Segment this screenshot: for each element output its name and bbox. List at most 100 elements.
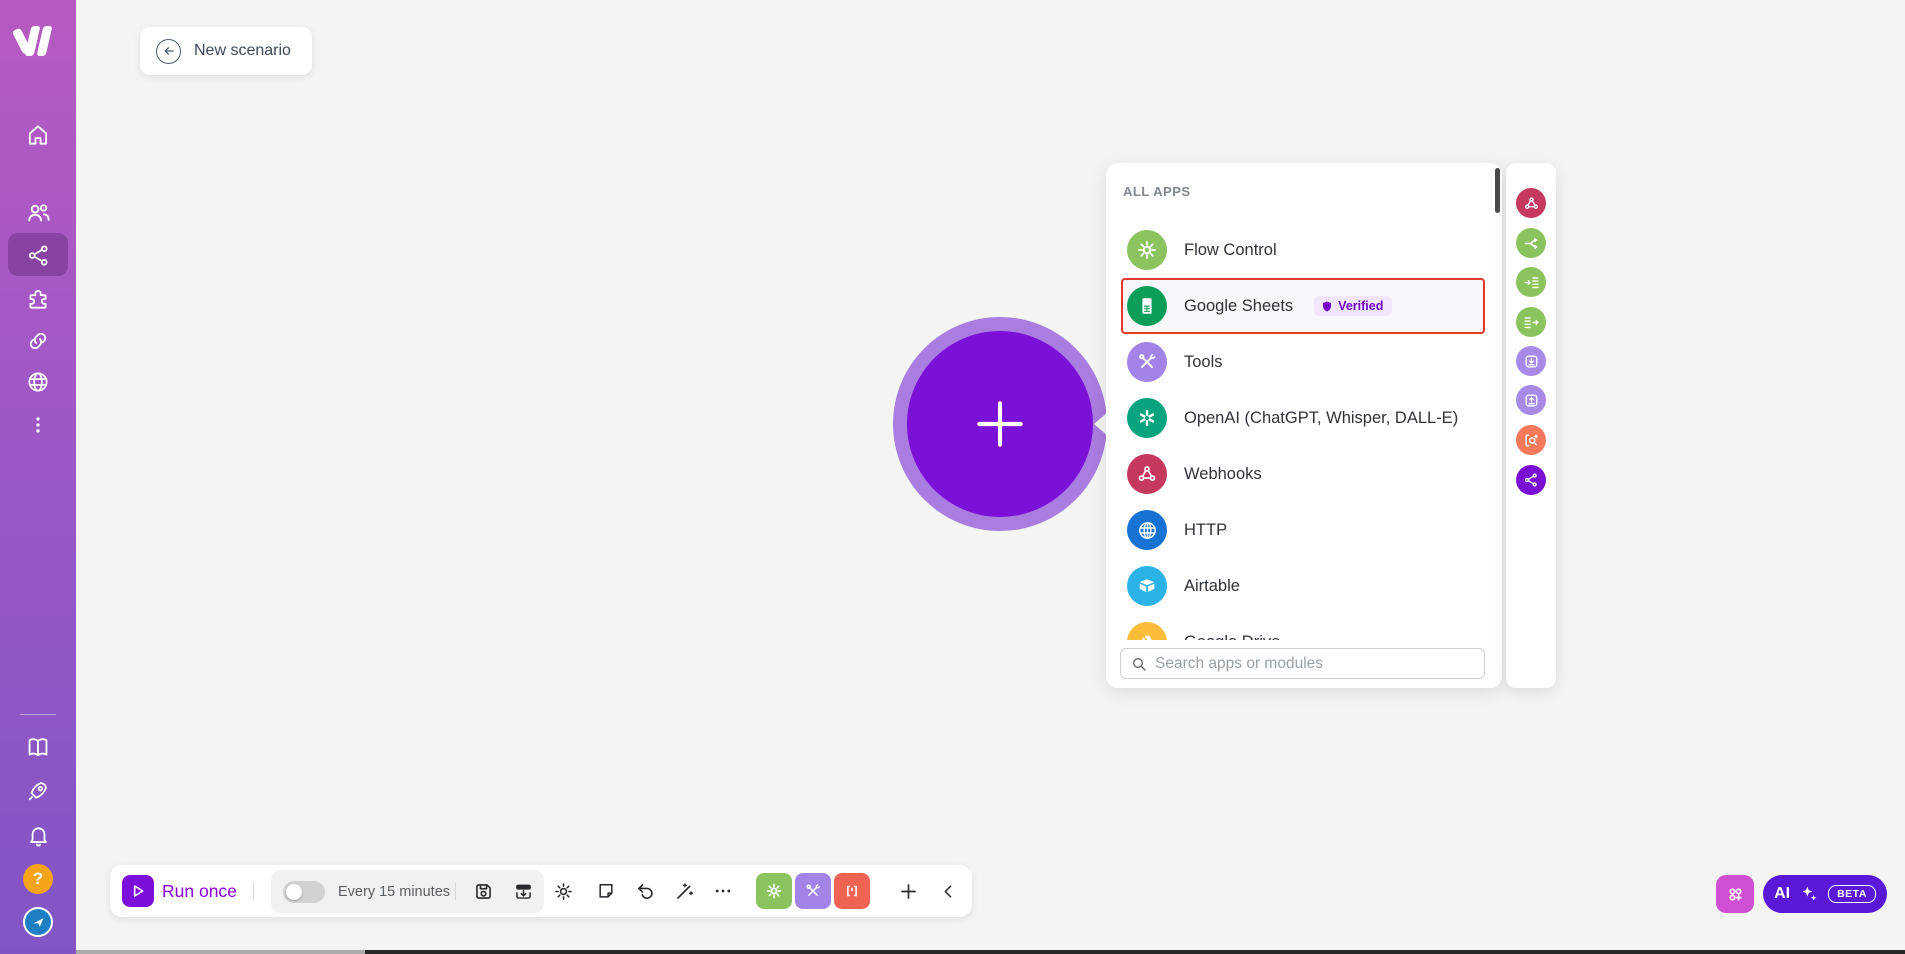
beta-badge: BETA — [1828, 885, 1876, 903]
sidebar-item-notifications[interactable] — [0, 817, 76, 853]
dock-arrow-icon — [515, 884, 531, 899]
link-icon — [29, 332, 47, 350]
app-row-http[interactable]: HTTP — [1121, 502, 1485, 558]
search-module-icon — [1524, 433, 1538, 447]
magic-wand-icon — [676, 882, 693, 899]
back-button[interactable] — [156, 38, 181, 64]
airtable-icon — [1127, 566, 1167, 606]
page-title: New scenario — [194, 42, 291, 59]
favorite-aggregator-button[interactable] — [1516, 267, 1546, 297]
sidebar-item-more[interactable] — [0, 407, 76, 443]
sidebar-item-templates[interactable] — [0, 281, 76, 317]
run-once-label[interactable]: Run once — [162, 881, 237, 902]
sidebar-item-scenarios[interactable] — [0, 237, 76, 273]
plus-icon — [900, 883, 916, 899]
scrollbar-thumb[interactable] — [1495, 168, 1500, 213]
app-row-openai[interactable]: OpenAI (ChatGPT, Whisper, DALL-E) — [1121, 390, 1485, 446]
scenario-toolbar: Run once Every 15 minutes — [110, 865, 972, 917]
chevron-left-icon — [944, 885, 951, 897]
scheduling-control[interactable]: Every 15 minutes — [271, 870, 544, 913]
search-icon — [1133, 657, 1146, 671]
new-module-node-ring — [893, 317, 1109, 531]
app-picker-panel: ALL APPS Flow Control Google Sheets Veri… — [1106, 163, 1502, 688]
bell-icon — [29, 826, 47, 846]
notes-button[interactable] — [594, 879, 618, 903]
save-button[interactable] — [471, 879, 495, 903]
ai-assistant-button[interactable]: AI BETA — [1763, 875, 1887, 913]
router-icon — [1524, 237, 1538, 249]
tools-icon — [1127, 342, 1167, 382]
undo-icon — [637, 883, 653, 899]
search-input[interactable] — [1155, 654, 1474, 673]
app-label: Airtable — [1184, 576, 1240, 595]
app-row-tools[interactable]: Tools — [1121, 334, 1485, 390]
section-label: ALL APPS — [1123, 184, 1191, 199]
more-options-button[interactable] — [711, 879, 735, 903]
add-module-toolbar-button[interactable] — [896, 879, 920, 903]
toolbar-divider — [253, 882, 254, 900]
google-sheets-icon — [1127, 286, 1167, 326]
favorite-iterator-button[interactable] — [1516, 307, 1546, 337]
app-label: Webhooks — [1184, 464, 1262, 483]
tools-icon — [806, 884, 821, 896]
collapse-toolbar-button[interactable] — [936, 879, 960, 903]
favorite-webhooks-button[interactable] — [1516, 188, 1546, 218]
app-label: OpenAI (ChatGPT, Whisper, DALL-E) — [1184, 408, 1459, 427]
sidebar-item-webhooks[interactable] — [0, 364, 76, 400]
scenarios-icon — [28, 244, 48, 266]
aggregator-icon — [1523, 276, 1539, 288]
data-store-get-icon — [1525, 355, 1537, 367]
sidebar-item-whats-new[interactable] — [0, 773, 76, 809]
app-search — [1120, 648, 1485, 679]
favorite-router-button[interactable] — [1516, 228, 1546, 258]
verified-badge: Verified — [1314, 296, 1393, 316]
flow-control-shortcut-button[interactable] — [756, 873, 792, 909]
save-icon — [475, 883, 491, 899]
align-panel-button[interactable] — [511, 879, 535, 903]
sidebar-item-help[interactable]: ? — [0, 861, 76, 897]
sidebar-item-messenger[interactable] — [0, 904, 76, 940]
tools-shortcut-button[interactable] — [795, 873, 831, 909]
sidebar-item-home[interactable] — [0, 117, 76, 153]
scheduling-toggle[interactable] — [283, 880, 325, 903]
app-row-webhooks[interactable]: Webhooks — [1121, 446, 1485, 502]
shield-icon — [1323, 301, 1332, 311]
app-row-airtable[interactable]: Airtable — [1121, 558, 1485, 614]
sidebar: ? — [0, 0, 76, 954]
dots-horizontal-icon — [715, 889, 731, 893]
http-icon — [1127, 510, 1167, 550]
brackets-icon — [847, 885, 857, 897]
text-parser-shortcut-button[interactable] — [834, 873, 870, 909]
app-label: Tools — [1184, 352, 1223, 371]
toolbar-divider — [455, 882, 456, 900]
make-logo-icon[interactable] — [11, 18, 60, 56]
help-icon: ? — [23, 864, 53, 894]
ai-label: AI — [1774, 885, 1791, 902]
webhook-icon — [1524, 196, 1538, 209]
sidebar-item-docs[interactable] — [0, 729, 76, 765]
app-label: Google Sheets — [1184, 296, 1294, 315]
app-row-google-sheets[interactable]: Google Sheets Verified — [1121, 278, 1485, 334]
sidebar-item-connections[interactable] — [0, 323, 76, 359]
undo-button[interactable] — [633, 879, 657, 903]
favorite-data-store-put-button[interactable] — [1516, 385, 1546, 415]
play-icon — [133, 885, 144, 897]
arrow-left-icon — [164, 47, 174, 55]
iterator-icon — [1523, 316, 1539, 328]
apps-widget-button[interactable] — [1716, 875, 1754, 913]
messenger-icon — [23, 907, 53, 937]
plus-icon — [977, 401, 1023, 447]
settings-button[interactable] — [551, 879, 575, 903]
openai-icon — [1127, 398, 1167, 438]
magic-wand-button[interactable] — [672, 879, 696, 903]
run-once-button[interactable] — [122, 875, 154, 907]
add-module-button[interactable] — [907, 331, 1093, 517]
favorite-share-button[interactable] — [1516, 465, 1546, 495]
gear-icon — [766, 883, 782, 899]
favorite-search-module-button[interactable] — [1516, 425, 1546, 455]
sidebar-item-team[interactable] — [0, 194, 76, 230]
app-row-flow-control[interactable]: Flow Control — [1121, 222, 1485, 278]
webhooks-icon — [1127, 454, 1167, 494]
apps-plus-icon — [1728, 887, 1742, 901]
favorite-data-store-get-button[interactable] — [1516, 346, 1546, 376]
